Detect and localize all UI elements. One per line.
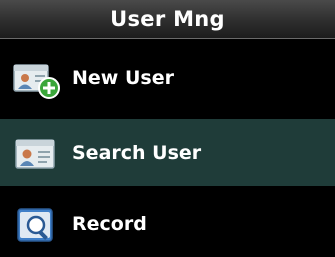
menu-item-label: Record xyxy=(72,212,147,235)
menu-item-label: Search User xyxy=(72,141,202,164)
title-bar: User Mng xyxy=(0,0,335,39)
menu-item-new-user[interactable]: New User xyxy=(0,44,335,111)
add-user-icon xyxy=(12,57,62,99)
menu-item-record[interactable]: Record xyxy=(0,190,335,257)
search-user-icon xyxy=(12,132,62,174)
record-icon xyxy=(12,203,62,245)
menu-item-label: New User xyxy=(72,66,174,89)
page-title: User Mng xyxy=(110,7,225,31)
menu-item-search-user[interactable]: Search User xyxy=(0,119,335,186)
